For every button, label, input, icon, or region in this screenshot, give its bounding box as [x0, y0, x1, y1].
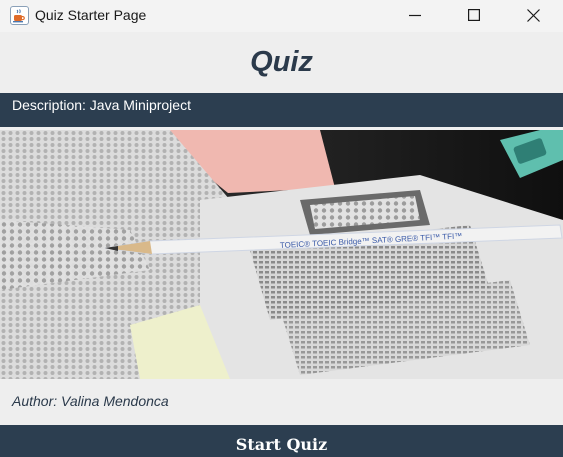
- heading-panel: Quiz: [0, 32, 563, 93]
- answer-sheet-photo: TOEIC® TOEIC Bridge™ SAT® GRE® TFI™ TFI™: [0, 130, 563, 379]
- start-quiz-label: Start Quiz: [235, 435, 328, 454]
- window-titlebar[interactable]: Quiz Starter Page: [0, 0, 563, 32]
- author-text: Author: Valina Mendonca: [12, 393, 169, 409]
- start-quiz-button[interactable]: Start Quiz: [0, 425, 563, 457]
- author-panel: Author: Valina Mendonca: [0, 379, 563, 425]
- java-cup-icon: [10, 6, 29, 25]
- quiz-cover-image: TOEIC® TOEIC Bridge™ SAT® GRE® TFI™ TFI™: [0, 130, 563, 379]
- description-text: Description: Java Miniproject: [12, 97, 191, 113]
- close-icon: [526, 8, 540, 22]
- close-button[interactable]: [504, 0, 562, 30]
- window-title: Quiz Starter Page: [35, 7, 147, 23]
- description-bar: Description: Java Miniproject: [0, 93, 563, 127]
- page-title: Quiz: [250, 46, 313, 78]
- maximize-icon: [468, 9, 480, 21]
- minimize-button[interactable]: [386, 0, 444, 30]
- maximize-button[interactable]: [445, 0, 503, 30]
- minimize-icon: [409, 14, 421, 17]
